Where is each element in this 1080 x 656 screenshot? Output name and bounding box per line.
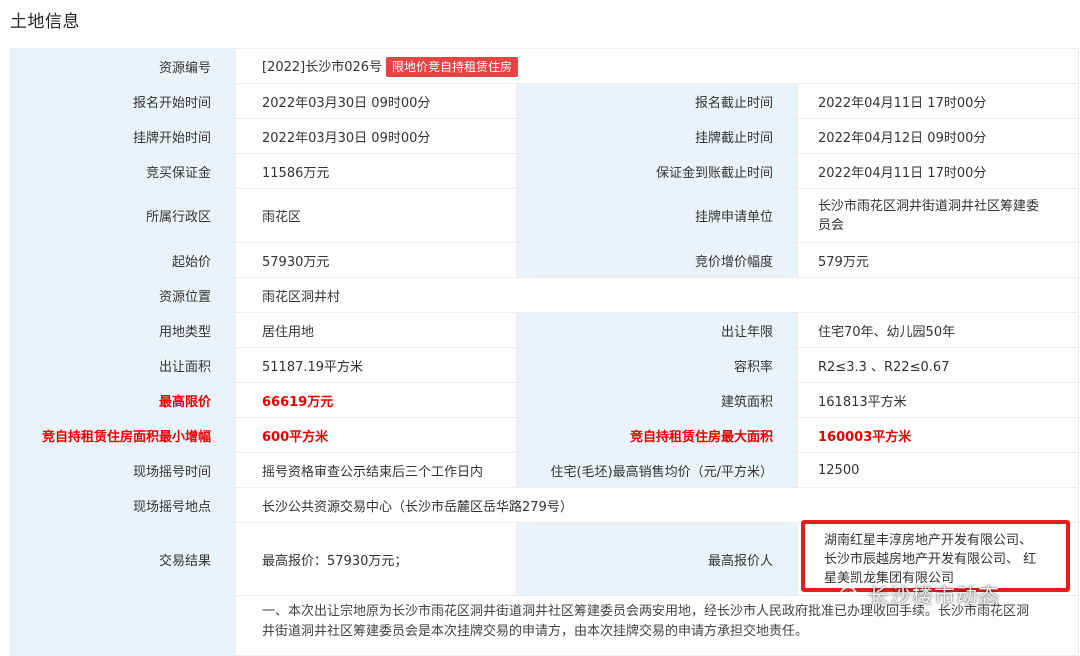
value-line: 员会 xyxy=(818,217,845,233)
field-label: 保证金到账截止时间 xyxy=(516,153,798,189)
table-row: 出让面积 51187.19平方米 容积率 R2≤3.3 、R22≤0.67 xyxy=(10,347,1079,383)
page-title: 土地信息 xyxy=(10,12,80,32)
field-value: 2022年04月11日 17时00分 xyxy=(797,83,1079,119)
field-label: 报名截止时间 xyxy=(516,83,798,119)
watermark: 长沙楼市动态 xyxy=(840,580,1000,610)
table-row: 竞买保证金 11586万元 保证金到账截止时间 2022年04月11日 17时0… xyxy=(10,153,1079,189)
field-value: 摇号资格审查公示结束后三个工作日内 xyxy=(235,452,517,488)
field-value: 雨花区 xyxy=(235,188,517,243)
land-type-tag: 限地价竞自持租赁住房 xyxy=(386,56,519,77)
field-label: 挂牌开始时间 xyxy=(10,118,236,154)
field-label: 交易结果 xyxy=(10,522,236,596)
field-label: 竞自持租赁住房面积最小增幅 xyxy=(10,417,236,453)
value-line: 长沙市雨花区洞井街道洞井社区筹建委 xyxy=(818,198,1040,214)
field-label: 挂牌截止时间 xyxy=(516,118,798,154)
field-value: 11586万元 xyxy=(235,153,517,189)
field-label xyxy=(10,595,236,656)
field-label: 竞买保证金 xyxy=(10,153,236,189)
field-label: 住宅(毛坯)最高销售均价（元/平方米） xyxy=(516,452,798,488)
table-row: 所属行政区 雨花区 挂牌申请单位 长沙市雨花区洞井街道洞井社区筹建委 员会 xyxy=(10,188,1079,243)
field-value: 161813平方米 xyxy=(797,382,1079,418)
field-value: 雨花区洞井村 xyxy=(235,277,1079,313)
table-row: 竞自持租赁住房面积最小增幅 600平方米 竞自持租赁住房最大面积 160003平… xyxy=(10,417,1079,453)
table-row: 报名开始时间 2022年03月30日 09时00分 报名截止时间 2022年04… xyxy=(10,83,1079,119)
table-row: 最高限价 66619万元 建筑面积 161813平方米 xyxy=(10,382,1079,418)
field-value: 57930万元 xyxy=(235,242,517,278)
field-label: 竞自持租赁住房最大面积 xyxy=(516,417,798,453)
field-label: 资源位置 xyxy=(10,277,236,313)
field-label: 挂牌申请单位 xyxy=(516,188,798,243)
field-value: 长沙公共资源交易中心（长沙市岳麓区岳华路279号） xyxy=(235,487,1079,523)
field-label: 建筑面积 xyxy=(516,382,798,418)
field-label: 出让面积 xyxy=(10,347,236,383)
field-label: 用地类型 xyxy=(10,312,236,348)
table-row: 现场摇号时间 摇号资格审查公示结束后三个工作日内 住宅(毛坯)最高销售均价（元/… xyxy=(10,452,1079,488)
field-value: 长沙市雨花区洞井街道洞井社区筹建委 员会 xyxy=(797,188,1079,243)
field-value: 600平方米 xyxy=(235,417,517,453)
field-label: 现场摇号地点 xyxy=(10,487,236,523)
field-value: 51187.19平方米 xyxy=(235,347,517,383)
field-label: 最高限价 xyxy=(10,382,236,418)
field-label: 起始价 xyxy=(10,242,236,278)
field-label: 容积率 xyxy=(516,347,798,383)
resource-number: [2022]长沙市026号 xyxy=(262,59,383,75)
field-label: 最高报价人 xyxy=(516,522,798,596)
field-value: 2022年04月12日 09时00分 xyxy=(797,118,1079,154)
field-value: 2022年03月30日 09时00分 xyxy=(235,118,517,154)
table-row: 起始价 57930万元 竞价增价幅度 579万元 xyxy=(10,242,1079,278)
field-value: 住宅70年、幼儿园50年 xyxy=(797,312,1079,348)
field-label: 现场摇号时间 xyxy=(10,452,236,488)
table-row: 资源位置 雨花区洞井村 xyxy=(10,277,1079,313)
field-value: 2022年04月11日 17时00分 xyxy=(797,153,1079,189)
remarks-line: 井街道洞井社区筹建委员会是本次挂牌交易的申请方，由本次挂牌交易的申请方承担交地责… xyxy=(262,624,809,639)
field-label: 所属行政区 xyxy=(10,188,236,243)
table-row: 用地类型 居住用地 出让年限 住宅70年、幼儿园50年 xyxy=(10,312,1079,348)
wechat-icon xyxy=(840,586,862,603)
field-value: R2≤3.3 、R22≤0.67 xyxy=(797,347,1079,383)
field-value: 12500 xyxy=(797,452,1079,488)
field-label: 出让年限 xyxy=(516,312,798,348)
table-row: 现场摇号地点 长沙公共资源交易中心（长沙市岳麓区岳华路279号） xyxy=(10,487,1079,523)
field-value: 160003平方米 xyxy=(797,417,1079,453)
field-label: 报名开始时间 xyxy=(10,83,236,119)
field-value: 2022年03月30日 09时00分 xyxy=(235,83,517,119)
field-value: 66619万元 xyxy=(235,382,517,418)
field-value: 579万元 xyxy=(797,242,1079,278)
field-value: [2022]长沙市026号 限地价竞自持租赁住房 xyxy=(235,48,1079,84)
field-label: 资源编号 xyxy=(10,48,236,84)
field-value: 最高报价：57930万元； xyxy=(235,522,517,596)
table-row: 资源编号 [2022]长沙市026号 限地价竞自持租赁住房 xyxy=(10,48,1079,84)
field-value: 居住用地 xyxy=(235,312,517,348)
field-label: 竞价增价幅度 xyxy=(516,242,798,278)
table-row: 挂牌开始时间 2022年03月30日 09时00分 挂牌截止时间 2022年04… xyxy=(10,118,1079,154)
watermark-text: 长沙楼市动态 xyxy=(868,584,1000,608)
